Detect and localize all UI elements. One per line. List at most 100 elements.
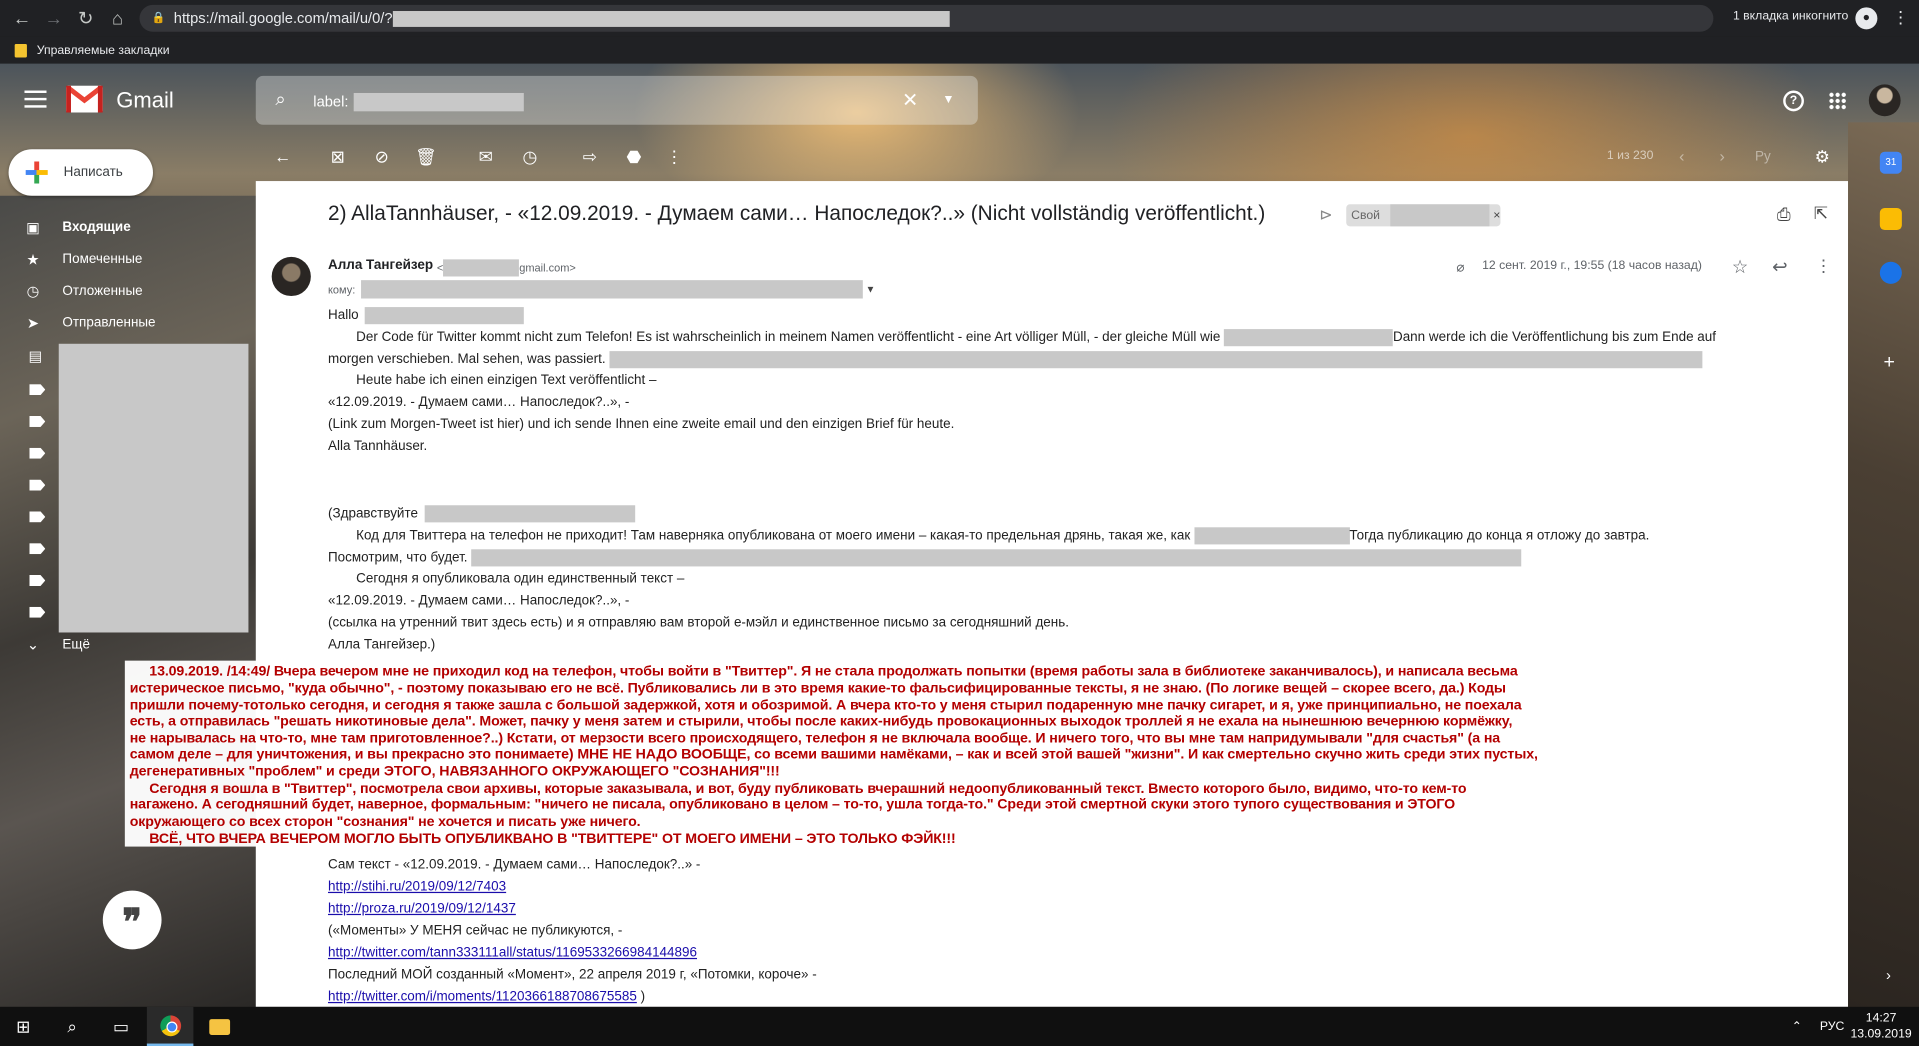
gmail-logo-icon[interactable] [66,85,103,113]
start-icon[interactable]: ⊞ [0,1007,47,1046]
reply-icon[interactable]: ↩ [1772,256,1787,278]
main-menu-icon[interactable] [24,90,47,108]
gmail-wordmark: Gmail [116,88,174,113]
more-actions-icon[interactable]: ⋮ [663,147,685,168]
sidebar-item-inbox[interactable]: ▣ Входящие [24,217,131,239]
input-tools-lang[interactable]: Ру [1755,149,1771,164]
body-paragraph: Der Code für Twitter kommt nicht zum Tel… [328,329,1716,347]
email-view: 2) AllaTannhäuser, - «12.09.2019. - Дума… [255,181,1849,1007]
help-icon[interactable]: ? [1783,90,1804,112]
sidebar-item-label: Входящие [62,220,131,235]
to-label: кому: [327,283,356,296]
newer-icon[interactable]: ‹ [1679,147,1684,165]
body-text: Сегодня я опубликовала один единственный… [356,571,685,587]
star-icon: ★ [26,250,40,268]
older-icon[interactable]: › [1720,147,1725,165]
sidebar-item-more[interactable]: ⌄ Ещё [24,634,90,656]
labels-icon[interactable]: ⬣ [623,147,645,168]
incognito-icon[interactable]: ● [1855,7,1878,30]
address-bar[interactable]: 🔒 https://mail.google.com/mail/u/0/? [139,4,1714,32]
bookmarks-label[interactable]: Управляемые закладки [37,43,170,56]
back-icon[interactable]: ← [9,5,36,32]
back-to-list-icon[interactable]: ← [272,147,294,167]
label-chip[interactable]: Свой × [1346,204,1501,227]
text-redaction [1193,527,1350,545]
stihi-link[interactable]: http://stihi.ru/2019/09/12/7403 [328,880,506,895]
keep-icon[interactable] [1879,207,1902,230]
body-paragraph: morgen verschieben. Mal sehen, was passi… [328,351,1703,369]
annotation-line: окружающего со всех сторон "сознания" не… [129,813,641,830]
annotation-line: 13.09.2019. /14:49/ Вчера вечером мне не… [149,663,1518,679]
compose-button[interactable]: Написать [8,149,153,196]
tasks-icon[interactable] [1879,261,1902,284]
clear-search-icon[interactable]: ✕ [902,88,918,112]
sender-email-suffix: gmail.com> [519,261,576,275]
mark-unread-icon[interactable]: ✉ [475,147,497,168]
move-to-icon[interactable]: ⇨ [579,147,601,168]
input-language[interactable]: РУС [1820,1007,1845,1046]
proza-link[interactable]: http://proza.ru/2019/09/12/1437 [328,902,516,917]
account-avatar[interactable] [1868,84,1901,117]
text-redaction [609,351,1703,369]
delete-icon[interactable]: 🗑 [415,147,437,168]
body-text: «12.09.2019. - Думаем сами… Напоследок?.… [327,593,630,609]
label-chip-text: Свой [1351,208,1380,223]
twitter-status-link[interactable]: http://twitter.com/tann333111all/status/… [328,946,697,961]
settings-gear-icon[interactable]: ⚙ [1811,147,1833,168]
snooze-icon[interactable]: ◷ [519,147,541,168]
file-explorer-icon[interactable] [196,1007,243,1046]
recipients-redaction [361,280,864,299]
attachment-icon: ⌀ [1456,260,1465,276]
sidebar-item-label: Помеченные [62,252,143,267]
sender-name: Алла Тангейзер [327,258,434,273]
forward-icon[interactable]: → [40,5,67,32]
system-clock[interactable]: 14:27 13.09.2019 [1850,1011,1911,1043]
closing-paren: ) [640,989,646,1005]
email-more-icon[interactable]: ⋮ [1815,256,1832,277]
bookmark-folder-icon [14,43,27,57]
annotation-line: пришли почему-тотолько сегодня, и сегодн… [129,697,1522,714]
apps-grid-icon[interactable] [1828,91,1847,111]
clock-date: 13.09.2019 [1850,1027,1912,1042]
expand-panel-icon[interactable]: › [1886,966,1891,983]
sidebar-item-sent[interactable]: ➤ Отправленные [24,312,156,334]
search-options-icon[interactable]: ▼ [942,93,954,106]
chrome-taskbar-icon[interactable] [146,1006,194,1046]
body-paragraph: Код для Твиттера на телефон не приходит!… [328,527,1649,545]
open-new-window-icon[interactable]: ⇱ [1814,203,1828,224]
importance-marker-icon[interactable]: ⊳ [1319,206,1332,226]
label-redaction [1389,204,1490,227]
body-text: (ссылка на утренний твит здесь есть) и я… [327,615,1069,631]
browser-menu-icon[interactable]: ⋮ [1892,7,1909,28]
reload-icon[interactable]: ↻ [72,5,99,32]
print-icon[interactable]: ⎙ [1777,204,1791,225]
search-icon[interactable]: ⌕ [275,89,285,110]
show-details-icon[interactable]: ▼ [866,284,876,295]
twitter-moment-link[interactable]: http://twitter.com/i/moments/11203661887… [328,990,637,1005]
tray-chevron-icon[interactable]: ⌃ [1792,1007,1802,1046]
name-redaction [424,505,635,523]
sidebar-item-starred[interactable]: ★ Помеченные [24,248,142,270]
incognito-label: 1 вкладка инкогнито [1732,9,1849,24]
home-icon[interactable]: ⌂ [104,5,131,32]
hangouts-icon[interactable]: ❞ [102,890,162,950]
search-input[interactable]: label: [313,93,348,110]
sender-avatar [271,256,311,297]
draft-icon[interactable]: ▤ [27,347,44,364]
taskbar-search-icon[interactable]: ⌕ [49,1007,96,1046]
add-addon-icon[interactable]: + [1884,352,1895,374]
lock-icon: 🔒 [151,11,166,24]
sidebar-item-snoozed[interactable]: ◷ Отложенные [24,280,143,302]
name-redaction [364,307,524,325]
task-view-icon[interactable]: ▭ [98,1007,145,1046]
clock-time: 14:27 [1865,1011,1897,1026]
search-redaction [353,92,524,112]
sidebar-item-label: Отложенные [62,283,143,299]
report-spam-icon[interactable]: ⊘ [371,147,393,168]
archive-icon[interactable]: ⊠ [327,147,349,168]
moments-note: («Моменты» У МЕНЯ сейчас не публикуются,… [327,923,623,939]
remove-label-icon[interactable]: × [1493,209,1500,222]
twitter-moment-line: http://twitter.com/i/moments/11203661887… [328,990,645,1005]
calendar-icon[interactable]: 31 [1879,151,1902,174]
star-email-icon[interactable]: ☆ [1732,256,1748,278]
